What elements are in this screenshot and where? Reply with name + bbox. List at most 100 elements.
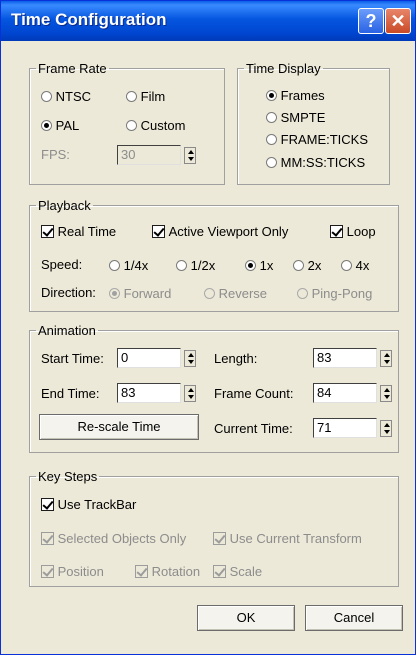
frame-count-spinner[interactable]: 84 (313, 383, 395, 403)
use-current-transform-label: Use Current Transform (229, 531, 362, 547)
position-checkbox[interactable]: Position (41, 563, 104, 579)
radio-smpte[interactable]: SMPTE (266, 109, 325, 125)
selected-objects-only-label: Selected Objects Only (57, 531, 187, 547)
radio-speed-quarter-label: 1/4x (123, 258, 149, 274)
real-time-box[interactable] (41, 225, 54, 239)
use-current-transform-box[interactable] (213, 532, 226, 546)
playback-legend: Playback (38, 198, 91, 213)
radio-ntsc-circle[interactable] (41, 91, 52, 103)
rotation-box[interactable] (135, 565, 148, 579)
start-time-field[interactable]: 0 (117, 348, 181, 368)
active-viewport-checkbox[interactable]: Active Viewport Only (152, 223, 288, 239)
radio-reverse[interactable]: Reverse (204, 285, 267, 301)
help-button[interactable]: ? (358, 8, 384, 34)
radio-mm-ss-ticks[interactable]: MM:SS:TICKS (266, 154, 365, 170)
length-field[interactable]: 83 (313, 348, 377, 368)
fps-spinner[interactable]: 30 (117, 145, 199, 165)
end-time-spin-arrows[interactable] (184, 385, 196, 402)
radio-speed-2x[interactable]: 2x (293, 257, 321, 273)
radio-frame-ticks[interactable]: FRAME:TICKS (266, 131, 368, 147)
ok-button[interactable]: OK (197, 605, 295, 631)
radio-ping-pong-circle[interactable] (297, 288, 308, 300)
start-time-label: Start Time: (41, 351, 104, 366)
radio-custom[interactable]: Custom (126, 117, 185, 133)
scale-checkbox[interactable]: Scale (213, 563, 262, 579)
radio-reverse-circle[interactable] (204, 288, 215, 300)
frame-count-field[interactable]: 84 (313, 383, 377, 403)
current-time-spinner[interactable]: 71 (313, 418, 395, 438)
length-spinner[interactable]: 83 (313, 348, 395, 368)
start-time-spin-arrows[interactable] (184, 350, 196, 367)
fps-spin-arrows[interactable] (184, 147, 196, 164)
radio-ntsc[interactable]: NTSC (41, 88, 91, 104)
radio-frame-ticks-label: FRAME:TICKS (280, 132, 369, 148)
radio-speed-4x-label: 4x (355, 258, 370, 274)
use-trackbar-checkbox[interactable]: Use TrackBar (41, 496, 136, 512)
use-trackbar-box[interactable] (41, 498, 54, 512)
close-button[interactable]: ✕ (385, 8, 411, 34)
use-trackbar-label: Use TrackBar (57, 497, 137, 513)
start-time-spinner[interactable]: 0 (117, 348, 199, 368)
radio-custom-circle[interactable] (126, 120, 137, 132)
radio-forward-circle[interactable] (109, 288, 120, 300)
radio-pal-label: PAL (55, 118, 80, 134)
radio-speed-quarter[interactable]: 1/4x (109, 257, 148, 273)
radio-speed-half[interactable]: 1/2x (176, 257, 215, 273)
radio-pal-circle[interactable] (41, 120, 52, 132)
loop-label: Loop (346, 224, 376, 240)
loop-box[interactable] (330, 225, 343, 239)
radio-film[interactable]: Film (126, 88, 165, 104)
radio-speed-quarter-circle[interactable] (109, 260, 120, 272)
radio-frame-ticks-circle[interactable] (266, 134, 277, 146)
end-time-field[interactable]: 83 (117, 383, 181, 403)
fps-field[interactable]: 30 (117, 145, 181, 165)
radio-speed-2x-circle[interactable] (293, 260, 304, 272)
rotation-label: Rotation (151, 564, 201, 580)
time-display-legend: Time Display (246, 61, 321, 76)
length-spin-arrows[interactable] (380, 350, 392, 367)
radio-film-label: Film (140, 89, 166, 105)
radio-frames[interactable]: Frames (266, 87, 325, 103)
title-bar[interactable]: Time Configuration ? ✕ (1, 1, 415, 41)
cancel-button[interactable]: Cancel (305, 605, 403, 631)
use-current-transform-checkbox[interactable]: Use Current Transform (213, 530, 362, 546)
frame-rate-legend: Frame Rate (38, 61, 107, 76)
rescale-time-button[interactable]: Re-scale Time (39, 414, 199, 440)
radio-smpte-label: SMPTE (280, 110, 326, 126)
radio-mm-ss-ticks-circle[interactable] (266, 157, 277, 169)
radio-smpte-circle[interactable] (266, 112, 277, 124)
radio-forward[interactable]: Forward (109, 285, 171, 301)
real-time-label: Real Time (57, 224, 117, 240)
active-viewport-box[interactable] (152, 225, 165, 239)
radio-speed-2x-label: 2x (307, 258, 322, 274)
radio-film-circle[interactable] (126, 91, 137, 103)
radio-ping-pong-label: Ping-Pong (311, 286, 373, 302)
selected-objects-only-checkbox[interactable]: Selected Objects Only (41, 530, 186, 546)
radio-speed-half-circle[interactable] (176, 260, 187, 272)
end-time-label: End Time: (41, 386, 100, 401)
current-time-spin-arrows[interactable] (380, 420, 392, 437)
time-configuration-dialog: Time Configuration ? ✕ Frame Rate NTSC F… (0, 0, 416, 655)
radio-ping-pong[interactable]: Ping-Pong (297, 285, 372, 301)
radio-speed-1x-circle[interactable] (245, 260, 256, 272)
end-time-spinner[interactable]: 83 (117, 383, 199, 403)
radio-speed-1x[interactable]: 1x (245, 257, 273, 273)
radio-speed-4x-circle[interactable] (341, 260, 352, 272)
real-time-checkbox[interactable]: Real Time (41, 223, 116, 239)
current-time-field[interactable]: 71 (313, 418, 377, 438)
frame-count-spin-arrows[interactable] (380, 385, 392, 402)
loop-checkbox[interactable]: Loop (330, 223, 376, 239)
key-steps-legend: Key Steps (38, 469, 98, 484)
position-box[interactable] (41, 565, 54, 579)
animation-legend: Animation (38, 323, 96, 338)
rotation-checkbox[interactable]: Rotation (135, 563, 200, 579)
scale-box[interactable] (213, 565, 226, 579)
frame-count-label: Frame Count: (214, 386, 294, 401)
radio-ntsc-label: NTSC (55, 89, 92, 105)
window-title: Time Configuration (11, 10, 167, 29)
radio-forward-label: Forward (123, 286, 172, 302)
selected-objects-only-box[interactable] (41, 532, 54, 546)
radio-pal[interactable]: PAL (41, 117, 79, 133)
radio-speed-4x[interactable]: 4x (341, 257, 369, 273)
radio-frames-circle[interactable] (266, 90, 277, 102)
